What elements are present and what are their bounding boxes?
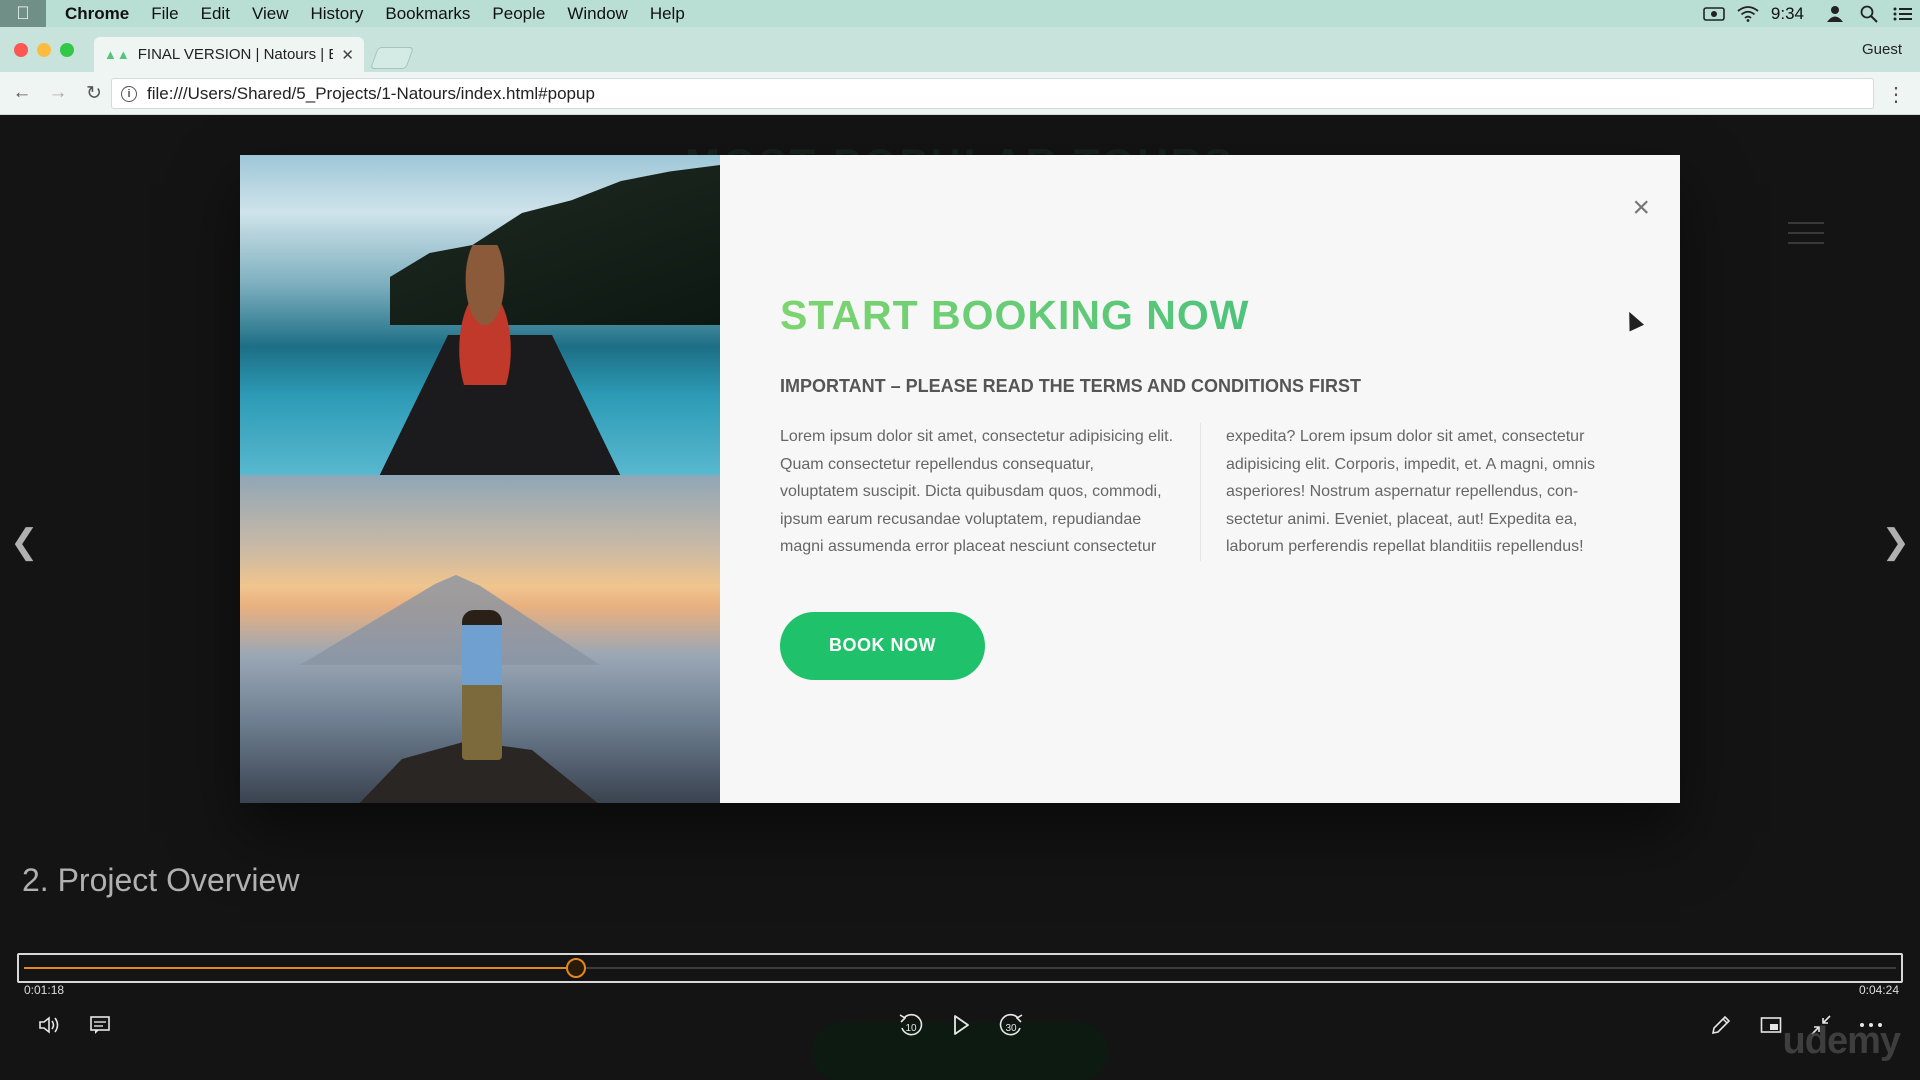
menu-file[interactable]: File	[151, 4, 178, 24]
previous-lecture-chevron-icon[interactable]: ❮	[10, 522, 39, 562]
canoe-lake-image	[240, 155, 720, 475]
popup-content: × START BOOKING NOW IMPORTANT – PLEASE R…	[720, 155, 1680, 803]
rewind-10-icon[interactable]: 10	[896, 1010, 926, 1040]
picture-in-picture-icon[interactable]	[1758, 1010, 1784, 1040]
popup-subheading: IMPORTANT – PLEASE READ THE TERMS AND CO…	[780, 376, 1362, 396]
video-progress-bar[interactable]	[17, 953, 1903, 983]
book-now-button[interactable]: BOOK NOW	[780, 611, 985, 680]
status-area: 9:34	[1697, 0, 1920, 27]
site-info-icon[interactable]: i	[121, 85, 137, 102]
address-bar[interactable]: i file:///Users/Shared/5_Projects/1-Nato…	[111, 78, 1874, 109]
chrome-menu-icon[interactable]: ⋮	[1886, 82, 1906, 107]
new-tab-button[interactable]	[369, 47, 415, 69]
zoom-window-button[interactable]	[60, 43, 74, 57]
menu-people[interactable]: People	[492, 4, 545, 24]
progress-scrubber[interactable]	[566, 958, 586, 978]
spotlight-search-icon[interactable]	[1852, 0, 1886, 27]
user-icon[interactable]	[1818, 0, 1852, 27]
reload-icon[interactable]: ↻	[80, 79, 108, 107]
browser-toolbar: ← → ↻ i file:///Users/Shared/5_Projects/…	[0, 72, 1920, 115]
screen-record-icon[interactable]	[1697, 0, 1731, 27]
popup-heading: START BOOKING NOW	[780, 295, 1620, 336]
progress-fill	[24, 967, 576, 969]
current-time: 0:01:18	[24, 983, 65, 997]
close-icon[interactable]: ×	[1632, 193, 1650, 223]
apple-icon[interactable]: 	[0, 0, 46, 27]
popup-body-text: Lorem ipsum dolor sit amet, consectetur …	[780, 428, 1596, 555]
window-controls	[14, 43, 74, 57]
menu-history[interactable]: History	[310, 4, 363, 24]
url-text: file:///Users/Shared/5_Projects/1-Natour…	[147, 83, 595, 103]
notification-center-icon[interactable]	[1886, 0, 1920, 27]
forward-seconds-label: 30	[1005, 1023, 1017, 1034]
lecture-title: 2. Project Overview	[22, 862, 300, 898]
mountain-shape	[300, 575, 600, 665]
hiker-shape	[462, 610, 502, 760]
captions-icon[interactable]	[86, 1010, 114, 1040]
forward-arrow-icon[interactable]: →	[44, 79, 72, 107]
menu-help[interactable]: Help	[650, 4, 685, 24]
natours-favicon-icon: ▲▲	[104, 47, 130, 62]
menu-bookmarks[interactable]: Bookmarks	[385, 4, 470, 24]
browser-tab[interactable]: ▲▲ FINAL VERSION | Natours | Exc ✕	[94, 37, 364, 72]
hamburger-menu-icon[interactable]	[1788, 222, 1824, 252]
minimize-window-button[interactable]	[37, 43, 51, 57]
play-icon[interactable]	[948, 1010, 974, 1040]
udemy-watermark-logo: udemy	[1782, 1020, 1901, 1062]
menu-view[interactable]: View	[252, 4, 289, 24]
back-arrow-icon[interactable]: ←	[8, 79, 36, 107]
rewind-seconds-label: 10	[905, 1023, 917, 1034]
next-lecture-chevron-icon[interactable]: ❯	[1882, 522, 1911, 562]
booking-popup: × START BOOKING NOW IMPORTANT – PLEASE R…	[240, 155, 1680, 803]
menu-app-name[interactable]: Chrome	[65, 4, 129, 24]
close-window-button[interactable]	[14, 43, 28, 57]
paddler-shape	[440, 245, 530, 385]
popup-images	[240, 155, 720, 803]
forward-30-icon[interactable]: 30	[996, 1010, 1026, 1040]
close-tab-icon[interactable]: ✕	[341, 46, 354, 64]
profile-guest[interactable]: Guest	[1862, 41, 1902, 58]
tab-title: FINAL VERSION | Natours | Exc	[137, 46, 334, 63]
total-duration: 0:04:24	[1858, 983, 1899, 997]
macos-menubar:  Chrome File Edit View History Bookmark…	[0, 0, 1920, 27]
mountain-hiker-image	[240, 475, 720, 803]
menu-edit[interactable]: Edit	[201, 4, 230, 24]
pencil-note-icon[interactable]	[1708, 1010, 1734, 1040]
menubar-clock[interactable]: 9:34	[1771, 4, 1804, 24]
volume-icon[interactable]	[36, 1010, 64, 1040]
wifi-icon[interactable]	[1731, 0, 1765, 27]
menu-window[interactable]: Window	[567, 4, 627, 24]
browser-tab-strip: ▲▲ FINAL VERSION | Natours | Exc ✕ Guest	[0, 27, 1920, 72]
